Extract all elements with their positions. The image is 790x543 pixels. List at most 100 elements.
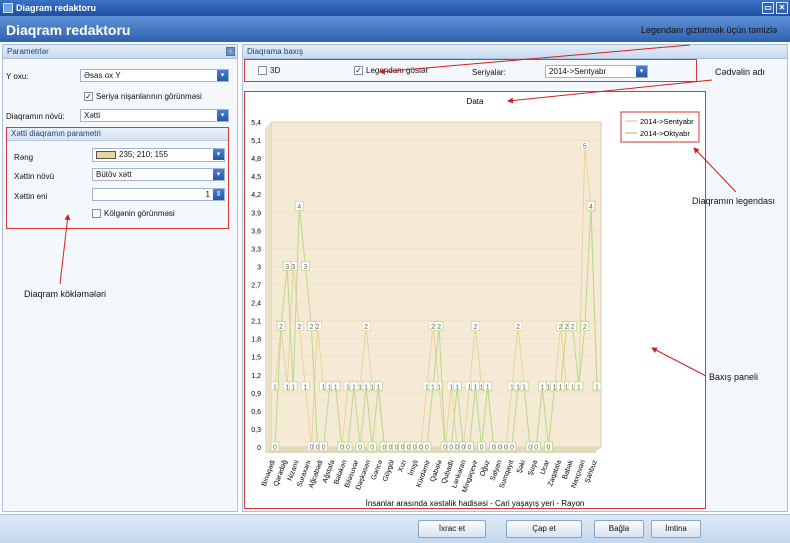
- y-axis-label: Y oxu:: [6, 72, 29, 81]
- series-markers-checkbox[interactable]: ✓ Seriya nişanlarının görünməsi: [84, 92, 202, 102]
- data-point-label: 0: [358, 445, 362, 452]
- data-point-label: 0: [443, 445, 447, 452]
- chart-type-label: Diaqramın növü:: [6, 112, 65, 121]
- data-point-label: 0: [498, 445, 502, 452]
- data-point-label: 3: [291, 264, 295, 271]
- data-point-label: 1: [376, 384, 380, 391]
- data-point-label: 3: [285, 264, 289, 271]
- y-tick-label: 2,4: [251, 301, 261, 308]
- collapse-left-icon[interactable]: ‹: [226, 47, 235, 56]
- data-point-label: 2: [516, 324, 520, 331]
- checkbox-icon[interactable]: ✓: [354, 66, 363, 76]
- preview-header: Diaqrama baxış: [243, 45, 787, 59]
- annotation-legend-hide: Legendanı gizlətmək üçün təmizlə: [641, 25, 778, 35]
- data-point-label: 1: [449, 384, 453, 391]
- series-select[interactable]: 2014->Sentyabr ▾: [545, 65, 648, 78]
- checkbox-icon[interactable]: ✓: [84, 92, 93, 102]
- x-tick-label: Ucar: [540, 459, 552, 476]
- data-point-label: 2: [571, 324, 575, 331]
- data-point-label: 1: [516, 384, 520, 391]
- data-point-label: 1: [522, 384, 526, 391]
- x-tick-label: Göygöl: [382, 459, 396, 483]
- y-tick-label: 0,6: [251, 409, 261, 416]
- data-point-label: 0: [480, 445, 484, 452]
- y-tick-label: 3: [257, 264, 261, 271]
- data-point-label: 1: [467, 384, 471, 391]
- line-width-stepper[interactable]: 1 ⇕: [92, 188, 225, 201]
- close-window-button[interactable]: ✕: [776, 2, 788, 14]
- data-point-label: 2: [474, 324, 478, 331]
- data-point-label: 1: [595, 384, 599, 391]
- window-title: Diagram redaktoru: [16, 3, 97, 13]
- data-point-label: 3: [303, 264, 307, 271]
- data-point-label: 1: [553, 384, 557, 391]
- chevron-down-icon[interactable]: ▾: [217, 70, 228, 81]
- data-point-label: 1: [559, 384, 563, 391]
- data-point-label: 1: [565, 384, 569, 391]
- chevron-down-icon[interactable]: ▾: [217, 110, 228, 121]
- data-point-label: 2: [279, 324, 283, 331]
- parameters-title: Parametrlər: [7, 47, 49, 56]
- data-point-label: 0: [425, 445, 429, 452]
- print-button[interactable]: Çap et: [506, 520, 582, 538]
- line-type-label: Xəttin növü: [14, 172, 55, 181]
- data-point-label: 0: [316, 445, 320, 452]
- preview-title: Diaqrama baxış: [247, 47, 304, 56]
- data-point-label: 1: [571, 384, 575, 391]
- data-point-label: 1: [480, 384, 484, 391]
- data-point-label: 0: [510, 445, 514, 452]
- 3d-checkbox[interactable]: 3D: [258, 66, 281, 76]
- data-point-label: 1: [364, 384, 368, 391]
- line-type-value: Bütöv xətt: [96, 170, 132, 179]
- data-point-label: 1: [486, 384, 490, 391]
- data-point-label: 2: [297, 324, 301, 331]
- data-point-label: 1: [455, 384, 459, 391]
- legend-entry: 2014->Oktyabr: [640, 129, 690, 138]
- checkbox-icon[interactable]: [92, 209, 101, 219]
- y-axis-select[interactable]: Əsas ox Y ▾: [80, 69, 229, 82]
- data-point-label: 0: [413, 445, 417, 452]
- close-button[interactable]: Bağla: [594, 520, 644, 538]
- data-point-label: 1: [474, 384, 478, 391]
- spinner-icon[interactable]: ⇕: [213, 189, 224, 200]
- color-select[interactable]: 235; 210; 155 ▾: [92, 148, 225, 162]
- data-point-label: 0: [467, 445, 471, 452]
- annotation-table-name: Cədvəlin adı: [715, 67, 766, 77]
- shadow-checkbox[interactable]: Kölgənin görünməsi: [92, 209, 175, 219]
- cancel-button[interactable]: İmtina: [651, 520, 701, 538]
- color-label: Rəng: [14, 153, 34, 162]
- x-tick-label: Şuşa: [527, 459, 539, 476]
- chevron-down-icon[interactable]: ▾: [636, 66, 647, 77]
- data-point-label: 1: [285, 384, 289, 391]
- data-point-label: 1: [273, 384, 277, 391]
- y-tick-label: 0: [257, 445, 261, 452]
- data-point-label: 2: [316, 324, 320, 331]
- minimize-button[interactable]: ▭: [762, 2, 774, 14]
- data-point-label: 0: [346, 445, 350, 452]
- color-swatch: [96, 150, 116, 159]
- data-point-label: 1: [437, 384, 441, 391]
- series-label: Seriyalar:: [472, 68, 506, 77]
- data-point-label: 1: [291, 384, 295, 391]
- data-point-label: 0: [273, 445, 277, 452]
- chevron-down-icon[interactable]: ▾: [213, 169, 224, 180]
- chart-type-select[interactable]: Xətti ▾: [80, 109, 229, 122]
- annotation-chart-legend: Diaqramın legendası: [692, 196, 776, 206]
- show-legend-checkbox[interactable]: ✓ Legendanı göstər: [354, 66, 428, 76]
- export-button[interactable]: İxrac et: [418, 520, 486, 538]
- y-tick-label: 3,3: [251, 246, 261, 253]
- line-type-select[interactable]: Bütöv xətt ▾: [92, 168, 225, 181]
- data-point-label: 1: [425, 384, 429, 391]
- window-titlebar: Diagram redaktoru ▭ ✕: [0, 0, 790, 16]
- data-point-label: 4: [589, 204, 593, 211]
- checkbox-icon[interactable]: [258, 66, 267, 76]
- data-point-label: 2: [559, 324, 563, 331]
- data-point-label: 0: [492, 445, 496, 452]
- y-tick-label: 4,8: [251, 156, 261, 163]
- data-point-label: 0: [340, 445, 344, 452]
- 3d-label: 3D: [270, 66, 281, 75]
- y-tick-label: 4,2: [251, 192, 261, 199]
- line-chart: Data 0 0,3 0,6 0,9 1,2 1,5 1,8 2,1 2,4 2,7 3 3,3 3,6…: [251, 97, 700, 508]
- chevron-down-icon[interactable]: ▾: [213, 149, 224, 160]
- y-tick-label: 1,8: [251, 337, 261, 344]
